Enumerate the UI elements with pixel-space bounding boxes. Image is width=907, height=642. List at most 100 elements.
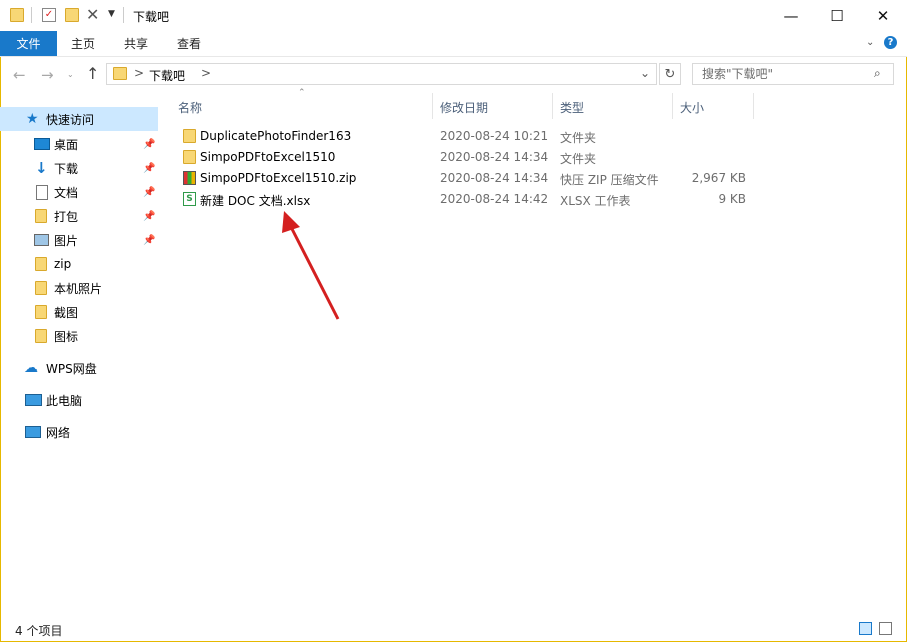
zip-archive-icon (183, 171, 196, 185)
nav-item-documents[interactable]: 文档 📌 (0, 180, 160, 204)
nav-item-label: zip (54, 257, 72, 271)
status-item-count: 4 个项目 (15, 624, 63, 638)
breadcrumb-current[interactable]: 下载吧 (149, 67, 185, 84)
folder-icon (35, 281, 47, 295)
column-divider[interactable] (753, 93, 754, 119)
document-icon (36, 184, 48, 200)
nav-item-icons[interactable]: 图标 (0, 324, 160, 348)
nav-item-pack[interactable]: 打包 📌 (0, 204, 160, 228)
pin-icon[interactable]: 📌 (143, 211, 155, 222)
maximize-button[interactable]: ☐ (814, 0, 860, 31)
nav-item-label: 图片 (54, 233, 79, 248)
file-size: 9 KB (718, 192, 746, 206)
nav-item-desktop[interactable]: 桌面 📌 (0, 132, 160, 156)
close-button[interactable]: ✕ (860, 0, 906, 31)
column-divider[interactable] (432, 93, 433, 119)
nav-this-pc-label: 此电脑 (46, 393, 83, 408)
file-date: 2020-08-24 10:21 (440, 129, 549, 143)
search-icon[interactable]: ⌕ (874, 66, 881, 81)
breadcrumb-separator[interactable]: > (201, 66, 211, 80)
file-type: 快压 ZIP 压缩文件 (560, 173, 659, 187)
sort-ascending-icon: ⌃ (298, 88, 306, 98)
refresh-button[interactable]: ↻ (659, 63, 681, 85)
file-name[interactable]: SimpoPDFtoExcel1510 (200, 150, 335, 164)
nav-item-zip[interactable]: zip (0, 252, 160, 276)
nav-item-label: 文档 (54, 185, 79, 200)
large-icons-view-icon[interactable] (879, 622, 892, 635)
nav-item-label: 截图 (54, 305, 79, 320)
pictures-icon (34, 234, 49, 246)
tab-view[interactable]: 查看 (177, 31, 201, 56)
nav-item-label: 桌面 (54, 137, 79, 152)
file-name[interactable]: SimpoPDFtoExcel1510.zip (200, 171, 356, 185)
download-arrow-icon: ↓ (35, 159, 48, 177)
breadcrumb-separator[interactable]: > (134, 66, 144, 80)
nav-item-label: 图标 (54, 329, 79, 344)
file-date: 2020-08-24 14:34 (440, 150, 549, 164)
pin-icon[interactable]: 📌 (143, 235, 155, 246)
nav-wps-drive[interactable]: ☁ WPS网盘 (0, 356, 160, 380)
file-name[interactable]: DuplicatePhotoFinder163 (200, 129, 351, 143)
column-header-date[interactable]: 修改日期 (440, 99, 488, 116)
tab-file[interactable]: 文件 (0, 31, 57, 56)
folder-icon (35, 329, 47, 343)
table-row[interactable]: S 新建 DOC 文档.xlsx 2020-08-24 14:42 XLSX 工… (176, 189, 756, 210)
column-divider[interactable] (552, 93, 553, 119)
chevron-down-icon[interactable]: ⌄ (640, 66, 650, 80)
file-type: 文件夹 (560, 131, 597, 145)
table-row[interactable]: DuplicatePhotoFinder163 2020-08-24 10:21… (176, 126, 756, 147)
delete-icon[interactable]: ✕ (86, 5, 99, 24)
column-divider[interactable] (672, 93, 673, 119)
table-row[interactable]: SimpoPDFtoExcel1510.zip 2020-08-24 14:34… (176, 168, 756, 189)
pin-icon[interactable]: 📌 (143, 187, 155, 198)
xlsx-file-icon: S (183, 192, 196, 206)
table-row[interactable]: SimpoPDFtoExcel1510 2020-08-24 14:34 文件夹 (176, 147, 756, 168)
up-arrow-icon[interactable]: ↑ (86, 64, 99, 83)
column-header-name[interactable]: 名称 (178, 99, 202, 116)
folder-icon (35, 305, 47, 319)
nav-item-local-photos[interactable]: 本机照片 (0, 276, 160, 300)
tab-share[interactable]: 共享 (124, 31, 148, 56)
folder-icon (35, 209, 47, 223)
window-title: 下载吧 (133, 10, 170, 24)
network-icon (25, 426, 41, 438)
tab-home[interactable]: 主页 (71, 31, 95, 56)
chevron-down-icon[interactable]: ▼ (108, 9, 115, 19)
nav-item-downloads[interactable]: ↓ 下载 📌 (0, 156, 160, 180)
back-arrow-icon[interactable]: ← (13, 66, 26, 84)
nav-quick-access[interactable]: ★ 快速访问 (0, 107, 160, 131)
chevron-down-icon[interactable]: ⌄ (866, 37, 874, 48)
folder-icon (10, 8, 24, 22)
new-folder-icon[interactable] (65, 8, 79, 22)
desktop-icon (34, 138, 50, 150)
annotation-arrow-icon (282, 211, 340, 320)
pin-icon[interactable]: 📌 (143, 163, 155, 174)
file-type: XLSX 工作表 (560, 194, 631, 208)
search-input[interactable]: 搜索"下载吧" (692, 63, 894, 85)
nav-network[interactable]: 网络 (0, 420, 160, 444)
nav-item-pictures[interactable]: 图片 📌 (0, 228, 160, 252)
chevron-down-icon[interactable]: ⌄ (67, 70, 74, 79)
file-type: 文件夹 (560, 152, 597, 166)
column-header-type[interactable]: 类型 (560, 99, 584, 116)
nav-this-pc[interactable]: 此电脑 (0, 388, 160, 412)
nav-network-label: 网络 (46, 425, 71, 440)
nav-item-label: 打包 (54, 209, 79, 224)
folder-icon (113, 67, 127, 80)
folder-icon (183, 150, 196, 164)
minimize-button[interactable]: — (768, 0, 814, 31)
column-header-size[interactable]: 大小 (680, 99, 704, 116)
divider (123, 7, 124, 23)
pin-icon[interactable]: 📌 (143, 139, 155, 150)
computer-icon (25, 394, 42, 406)
properties-icon[interactable]: ✓ (42, 8, 56, 22)
address-bar[interactable]: > 下载吧 > ⌄ (106, 63, 657, 85)
forward-arrow-icon[interactable]: → (41, 66, 54, 84)
nav-item-screenshots[interactable]: 截图 (0, 300, 160, 324)
details-view-icon[interactable] (859, 622, 872, 635)
help-icon[interactable]: ? (884, 36, 897, 49)
divider (31, 7, 32, 23)
nav-item-label: 本机照片 (54, 281, 103, 296)
nav-item-label: 下载 (54, 161, 79, 176)
folder-icon (35, 257, 47, 271)
